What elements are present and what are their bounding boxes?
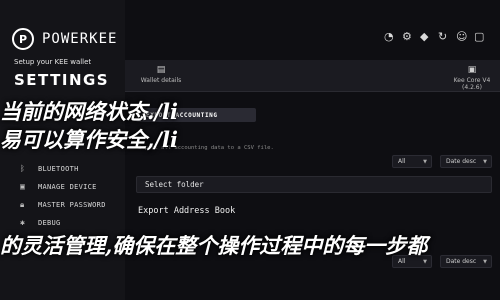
sidebar-item-label: MANAGE DEVICE <box>38 182 97 191</box>
bluetooth-icon: ᛒ <box>20 164 26 173</box>
overlay-line-1: 当前的网络状态./li <box>0 99 178 124</box>
sidebar-item-debug[interactable]: ✱ DEBUG <box>0 214 125 231</box>
overlay-line-3: 的灵活管理,确保在整个操作过程中的每一步都 <box>0 233 428 258</box>
tab-label: Kee Core V4 (4.2.6) <box>453 77 491 91</box>
logo: P POWERKEE <box>12 28 117 50</box>
overlay-line-2: 易可以算作安全,/li <box>0 127 178 152</box>
device-bar: ▤ Wallet details ▣ Kee Core V4 (4.2.6) <box>125 60 500 92</box>
filter-date-select[interactable]: Date desc ▼ <box>440 155 492 168</box>
brand-name: POWERKEE <box>42 31 118 47</box>
filter-date-value: Date desc <box>446 258 477 265</box>
filter-date-value: Date desc <box>446 158 477 165</box>
tab-wallet-details[interactable]: ▤ Wallet details <box>133 60 189 92</box>
refresh-icon[interactable]: ↻ <box>438 30 447 43</box>
chevron-down-icon: ▼ <box>423 158 427 165</box>
device-icon: ▣ <box>467 65 477 75</box>
filter-all-value: All <box>398 158 406 165</box>
user-icon[interactable]: ☺ <box>456 30 467 43</box>
filter-date-select-2[interactable]: Date desc ▼ <box>440 255 492 268</box>
ethereum-icon[interactable]: ◆ <box>420 30 428 43</box>
notification-icon[interactable]: ◔ <box>384 30 394 43</box>
settings-title: SETTINGS <box>14 71 110 89</box>
tab-kee-core[interactable]: ▣ Kee Core V4 (4.2.6) <box>445 60 499 92</box>
powerkee-logo-icon: P <box>12 28 34 50</box>
device-icon: ▣ <box>20 182 26 191</box>
wallet-icon: ▤ <box>156 65 166 75</box>
settings-icon[interactable]: ⚙ <box>402 30 412 43</box>
filter-all-select[interactable]: All ▼ <box>392 155 432 168</box>
chevron-down-icon: ▼ <box>483 258 487 265</box>
sidebar-item-label: DEBUG <box>38 218 61 227</box>
sidebar-item-manage-device[interactable]: ▣ MANAGE DEVICE <box>0 178 125 195</box>
sidebar-item-bluetooth[interactable]: ᛒ BLUETOOTH <box>0 160 125 177</box>
select-folder-field[interactable]: Select folder <box>136 176 492 193</box>
export-address-book-title: Export Address Book <box>138 206 236 216</box>
tab-label: Wallet details <box>140 77 182 84</box>
debug-icon: ✱ <box>20 218 26 227</box>
sidebar-item-label: MASTER PASSWORD <box>38 200 106 209</box>
sidebar-item-label: BLUETOOTH <box>38 164 79 173</box>
setup-text: Setup your KEE wallet <box>14 58 92 66</box>
chevron-down-icon: ▼ <box>483 158 487 165</box>
sidebar-item-master-password[interactable]: 🔒︎ MASTER PASSWORD <box>0 196 125 213</box>
window-icon[interactable]: ▢ <box>474 30 484 43</box>
lock-icon: 🔒︎ <box>20 199 25 209</box>
